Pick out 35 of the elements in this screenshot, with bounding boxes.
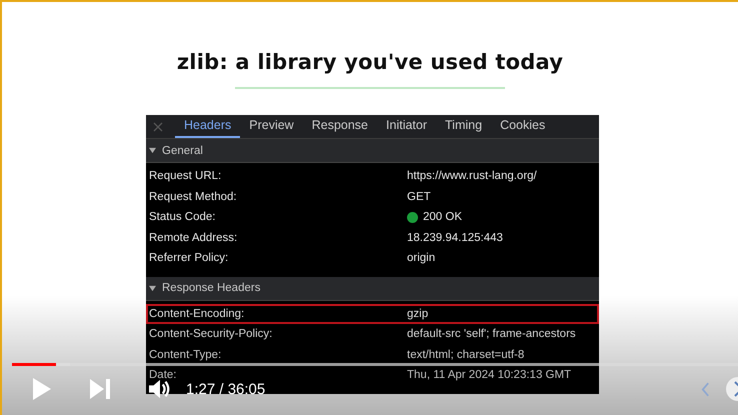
header-value: 200 OK (423, 211, 462, 224)
header-name: Status Code: (149, 211, 216, 224)
section-header[interactable]: Response Headers (146, 276, 599, 300)
header-value: gzip (407, 308, 428, 320)
devtools-tab[interactable]: Initiator (377, 115, 436, 138)
devtools-tab[interactable]: Cookies (491, 115, 554, 138)
header-value: default-src 'self'; frame-ancestors (407, 328, 576, 340)
time-display: 1:27 / 36:05 (186, 380, 266, 398)
devtools-tab[interactable]: Preview (240, 115, 303, 138)
header-value: GET (407, 190, 431, 203)
section-header[interactable]: General (146, 139, 599, 163)
header-name: Request URL: (149, 170, 222, 182)
header-name: Content-Encoding: (149, 308, 246, 320)
play-icon[interactable] (32, 377, 52, 401)
devtools-tab[interactable]: Timing (436, 115, 492, 138)
header-name: Remote Address: (149, 232, 238, 244)
header-name: Referrer Policy: (149, 252, 230, 264)
close-icon[interactable] (153, 122, 163, 132)
skip-next-icon[interactable] (89, 378, 111, 400)
progress-bar[interactable] (12, 363, 738, 366)
chevron-left-icon[interactable] (701, 382, 710, 396)
header-value: text/html; charset=utf-8 (407, 348, 524, 361)
slide-title: zlib: a library you've used today (176, 50, 564, 74)
header-value: origin (407, 252, 436, 264)
volume-icon[interactable] (148, 378, 172, 400)
header-value: 18.239.94.125:443 (407, 232, 503, 244)
section-title: Response Headers (162, 282, 260, 294)
header-name: Request Method: (149, 190, 238, 203)
header-name: Content-Type: (149, 348, 222, 361)
devtools-tab[interactable]: Response (302, 115, 378, 138)
header-name: Date: (149, 369, 178, 382)
header-name: Content-Security-Policy: (149, 328, 274, 340)
header-value: https://www.rust-lang.org/ (407, 170, 537, 182)
section-title: General (162, 144, 203, 156)
header-value: Thu, 11 Apr 2024 10:23:13 GMT (407, 369, 572, 382)
